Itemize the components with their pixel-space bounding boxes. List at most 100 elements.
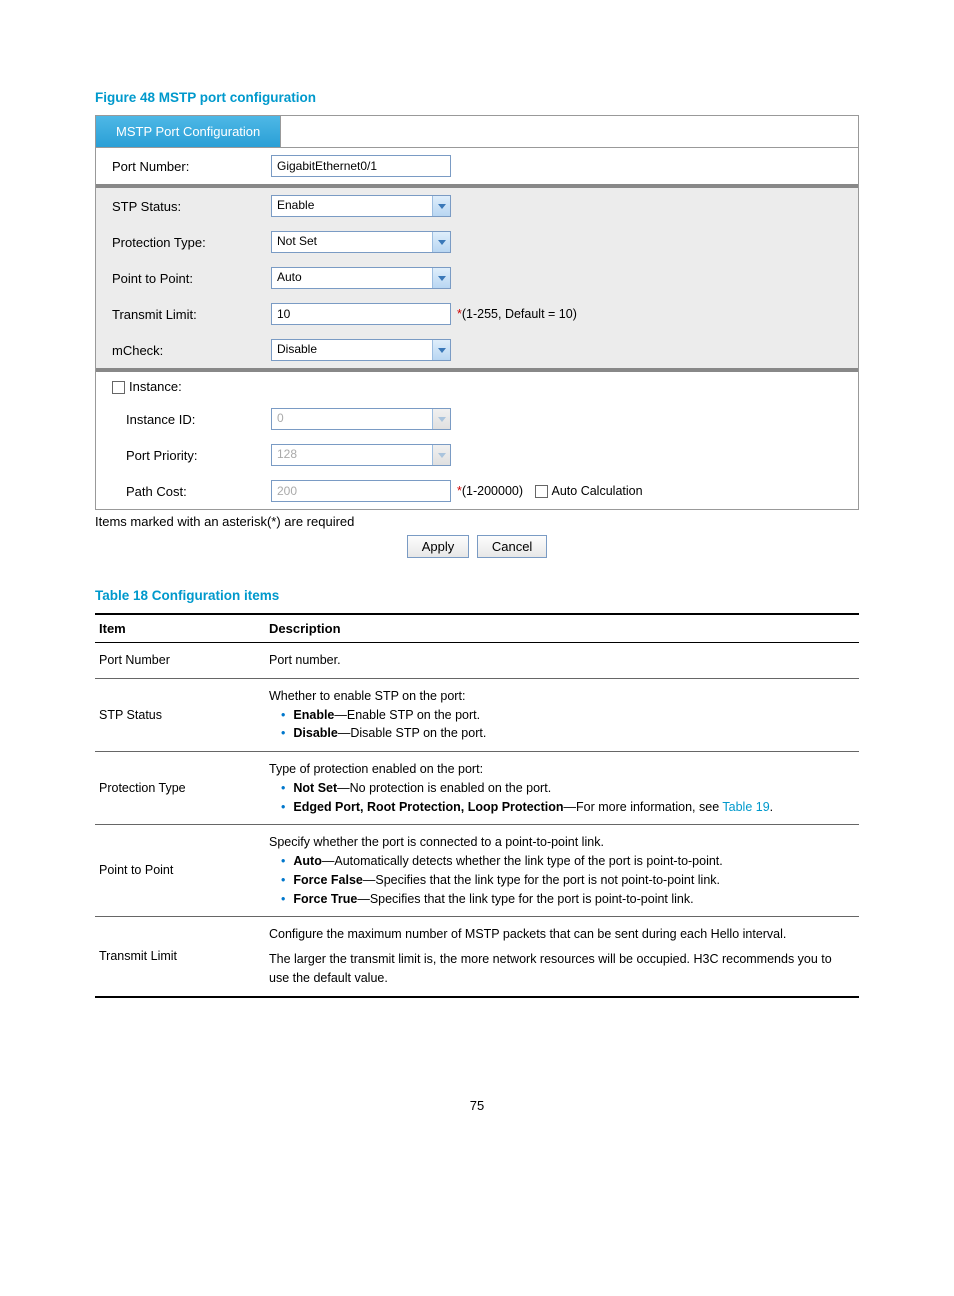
checkbox-instance[interactable]	[112, 381, 125, 394]
label-transmit-limit: Transmit Limit:	[106, 307, 271, 322]
desc-para: Configure the maximum number of MSTP pac…	[269, 925, 855, 944]
input-port-number[interactable]	[271, 155, 451, 177]
label-port-number: Port Number:	[106, 159, 271, 174]
select-instance-id-value: 0	[272, 409, 432, 429]
term-text: —Enable STP on the port.	[334, 708, 480, 722]
cell-item: Port Number	[95, 643, 265, 679]
select-instance-id: 0	[271, 408, 451, 430]
input-transmit-limit[interactable]	[271, 303, 451, 325]
desc-intro: Whether to enable STP on the port:	[269, 687, 855, 706]
button-row: Apply Cancel	[95, 535, 859, 558]
cell-desc: Type of protection enabled on the port: …	[265, 752, 859, 825]
input-path-cost	[271, 480, 451, 502]
row-mcheck: mCheck: Disable	[96, 332, 858, 368]
label-instance-text: Instance:	[129, 379, 182, 394]
chevron-down-icon[interactable]	[432, 232, 450, 252]
cell-item: Protection Type	[95, 752, 265, 825]
row-point-to-point: Point to Point: Auto	[96, 260, 858, 296]
table-row: Protection Type Type of protection enabl…	[95, 752, 859, 825]
chevron-down-icon	[432, 445, 450, 465]
row-protection-type: Protection Type: Not Set	[96, 224, 858, 260]
checkbox-auto-calc[interactable]	[535, 485, 548, 498]
term-bold: Not Set	[293, 781, 337, 795]
cell-desc: Specify whether the port is connected to…	[265, 825, 859, 917]
desc-para: The larger the transmit limit is, the mo…	[269, 950, 855, 988]
list-item: Enable—Enable STP on the port.	[281, 706, 855, 725]
desc-intro: Specify whether the port is connected to…	[269, 833, 855, 852]
label-instance: Instance:	[106, 379, 271, 394]
label-protection-type: Protection Type:	[106, 235, 271, 250]
label-stp-status: STP Status:	[106, 199, 271, 214]
select-stp-status-value: Enable	[272, 196, 432, 216]
hint-path-cost-text: (1-200000)	[462, 484, 523, 498]
select-mcheck-value: Disable	[272, 340, 432, 360]
desc-intro: Type of protection enabled on the port:	[269, 760, 855, 779]
cancel-button[interactable]: Cancel	[477, 535, 547, 558]
row-instance-id: Instance ID: 0	[96, 401, 858, 437]
term-bold: Enable	[293, 708, 334, 722]
row-instance: Instance:	[96, 372, 858, 401]
term-bold: Force False	[293, 873, 362, 887]
tab-row: MSTP Port Configuration	[96, 116, 858, 148]
term-text: —Automatically detects whether the link …	[322, 854, 723, 868]
term-bold: Force True	[293, 892, 357, 906]
cell-item: Point to Point	[95, 825, 265, 917]
th-desc: Description	[265, 614, 859, 643]
label-instance-id: Instance ID:	[106, 412, 271, 427]
table-title: Table 18 Configuration items	[95, 588, 859, 603]
label-port-priority: Port Priority:	[106, 448, 271, 463]
th-item: Item	[95, 614, 265, 643]
hint-transmit-text: (1-255, Default = 10)	[462, 307, 577, 321]
select-protection-value: Not Set	[272, 232, 432, 252]
select-port-priority: 128	[271, 444, 451, 466]
term-bold: Auto	[293, 854, 321, 868]
row-path-cost: Path Cost: *(1-200000) Auto Calculation	[96, 473, 858, 509]
select-protection-type[interactable]: Not Set	[271, 231, 451, 253]
row-port-number: Port Number:	[96, 148, 858, 184]
select-stp-status[interactable]: Enable	[271, 195, 451, 217]
list-item: Edged Port, Root Protection, Loop Protec…	[281, 798, 855, 817]
term-bold: Disable	[293, 726, 337, 740]
row-stp-status: STP Status: Enable	[96, 188, 858, 224]
link-table-19[interactable]: Table 19	[722, 800, 769, 814]
term-text: —For more information, see	[564, 800, 723, 814]
row-transmit-limit: Transmit Limit: *(1-255, Default = 10)	[96, 296, 858, 332]
label-path-cost: Path Cost:	[106, 484, 271, 499]
term-bold: Edged Port, Root Protection, Loop Protec…	[293, 800, 563, 814]
table-row: STP Status Whether to enable STP on the …	[95, 678, 859, 751]
tab-mstp-port-config[interactable]: MSTP Port Configuration	[96, 116, 281, 147]
hint-transmit-limit: *(1-255, Default = 10)	[457, 307, 577, 321]
list-item: Force True—Specifies that the link type …	[281, 890, 855, 909]
term-text: .	[770, 800, 773, 814]
chevron-down-icon[interactable]	[432, 340, 450, 360]
chevron-down-icon	[432, 409, 450, 429]
table-row: Transmit Limit Configure the maximum num…	[95, 917, 859, 997]
hint-path-cost: *(1-200000) Auto Calculation	[457, 484, 643, 498]
chevron-down-icon[interactable]	[432, 196, 450, 216]
list-item: Disable—Disable STP on the port.	[281, 724, 855, 743]
mstp-port-config-panel: MSTP Port Configuration Port Number: STP…	[95, 115, 859, 510]
cell-desc: Port number.	[265, 643, 859, 679]
chevron-down-icon[interactable]	[432, 268, 450, 288]
asterisk-note: Items marked with an asterisk(*) are req…	[95, 514, 859, 529]
list-item: Force False—Specifies that the link type…	[281, 871, 855, 890]
term-text: —Disable STP on the port.	[338, 726, 486, 740]
cell-desc: Whether to enable STP on the port: Enabl…	[265, 678, 859, 751]
cell-item: Transmit Limit	[95, 917, 265, 997]
term-text: —Specifies that the link type for the po…	[357, 892, 693, 906]
list-item: Not Set—No protection is enabled on the …	[281, 779, 855, 798]
select-point-to-point[interactable]: Auto	[271, 267, 451, 289]
select-port-priority-value: 128	[272, 445, 432, 465]
label-point-to-point: Point to Point:	[106, 271, 271, 286]
list-item: Auto—Automatically detects whether the l…	[281, 852, 855, 871]
select-mcheck[interactable]: Disable	[271, 339, 451, 361]
config-items-table: Item Description Port Number Port number…	[95, 613, 859, 998]
cell-desc: Configure the maximum number of MSTP pac…	[265, 917, 859, 997]
term-text: —No protection is enabled on the port.	[337, 781, 551, 795]
cell-item: STP Status	[95, 678, 265, 751]
table-header-row: Item Description	[95, 614, 859, 643]
apply-button[interactable]: Apply	[407, 535, 470, 558]
term-text: —Specifies that the link type for the po…	[363, 873, 720, 887]
row-port-priority: Port Priority: 128	[96, 437, 858, 473]
figure-title: Figure 48 MSTP port configuration	[95, 90, 859, 105]
